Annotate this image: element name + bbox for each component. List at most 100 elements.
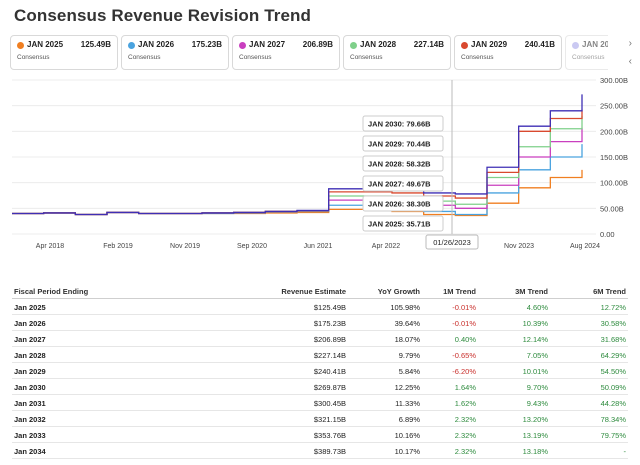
- tooltip-label: JAN 2025: 35.71B: [368, 220, 431, 229]
- series-card-value: 175.23B: [191, 40, 222, 49]
- header-fiscal-period[interactable]: Fiscal Period Ending: [14, 287, 88, 296]
- cell-1m-trend: 0.40%: [454, 335, 476, 344]
- cell-1m-trend: -0.01%: [452, 303, 476, 312]
- y-tick-label: 150.00B: [600, 153, 628, 162]
- cell-period: Jan 2028: [14, 351, 46, 360]
- y-tick-label: 200.00B: [600, 127, 628, 136]
- series-line: [12, 94, 583, 216]
- series-card-jan-2025[interactable]: JAN 2025 125.49B Consensus: [10, 35, 118, 70]
- series-color-dot: [572, 42, 579, 49]
- series-color-dot: [350, 42, 357, 49]
- series-line: [12, 109, 583, 216]
- chevron-left-icon[interactable]: ‹: [629, 56, 632, 67]
- x-tick-label: Apr 2022: [372, 243, 401, 250]
- cell-yoy-growth: 105.98%: [390, 303, 420, 312]
- series-card-sub: Consensus: [128, 54, 161, 61]
- series-card-name: JAN 2029: [471, 40, 508, 49]
- cell-yoy-growth: 11.33%: [395, 399, 420, 408]
- x-tick-label: Feb 2019: [103, 243, 133, 250]
- cell-revenue-estimate: $175.23B: [313, 319, 346, 328]
- cell-revenue-estimate: $300.45B: [313, 399, 346, 408]
- cell-period: Jan 2033: [14, 431, 46, 440]
- header-revenue-estimate[interactable]: Revenue Estimate: [281, 287, 346, 296]
- y-axis-ticks: 300.00B 250.00B 200.00B 150.00B 100.00B 50.00…: [600, 76, 628, 239]
- x-tick-label: Nov 2019: [170, 243, 200, 250]
- cell-6m-trend: 64.29%: [600, 351, 626, 360]
- cell-period: Jan 2025: [14, 303, 46, 312]
- series-card-name: JAN 2026: [138, 40, 175, 49]
- series-card-jan-2026[interactable]: JAN 2026 175.23B Consensus: [121, 35, 229, 70]
- cell-yoy-growth: 6.89%: [398, 415, 420, 424]
- y-tick-label: 250.00B: [600, 102, 628, 111]
- cell-yoy-growth: 10.16%: [394, 431, 420, 440]
- header-1m-trend[interactable]: 1M Trend: [443, 287, 476, 296]
- cell-revenue-estimate: $206.89B: [313, 335, 346, 344]
- cell-6m-trend: 12.72%: [600, 303, 626, 312]
- series-line: [12, 127, 583, 216]
- cell-period: Jan 2030: [14, 383, 46, 392]
- cell-period: Jan 2034: [14, 447, 46, 456]
- series-card-value: 125.49B: [80, 40, 111, 49]
- series-card-name: JAN 2030: [582, 40, 608, 49]
- header-3m-trend[interactable]: 3M Trend: [515, 287, 548, 296]
- series-card-jan-2028[interactable]: JAN 2028 227.14B Consensus: [343, 35, 451, 70]
- cell-1m-trend: -6.20%: [452, 367, 476, 376]
- cell-6m-trend: -: [623, 447, 627, 456]
- cell-revenue-estimate: $353.76B: [313, 431, 346, 440]
- series-card-jan-2030[interactable]: JAN 2030 Consensus: [565, 35, 608, 70]
- table-row: Jan 2032 $321.15B 6.89% 2.32% 13.20% 78.34%: [12, 411, 628, 427]
- cell-3m-trend: 10.39%: [522, 319, 548, 328]
- cell-1m-trend: 2.32%: [454, 431, 476, 440]
- table-header: Fiscal Period Ending Revenue Estimate Yo…: [12, 283, 628, 299]
- series-card-sub: Consensus: [350, 54, 383, 61]
- table-row: Jan 2029 $240.41B 5.84% -6.20% 10.01% 54.50%: [12, 363, 628, 379]
- series-card-name: JAN 2028: [360, 40, 397, 49]
- series-card-sub: Consensus: [239, 54, 272, 61]
- cell-3m-trend: 12.14%: [522, 335, 548, 344]
- cell-6m-trend: 30.58%: [600, 319, 626, 328]
- cell-period: Jan 2026: [14, 319, 46, 328]
- cell-6m-trend: 50.09%: [600, 383, 626, 392]
- series-color-dot: [239, 42, 246, 49]
- y-tick-label: 0.00: [600, 230, 615, 239]
- cell-revenue-estimate: $389.73B: [313, 447, 346, 456]
- series-card-value: 240.41B: [524, 40, 555, 49]
- series-card-sub: Consensus: [461, 54, 494, 61]
- y-tick-label: 300.00B: [600, 76, 628, 85]
- series-card-sub: Consensus: [17, 54, 50, 61]
- header-yoy-growth[interactable]: YoY Growth: [378, 287, 420, 296]
- series-card-name: JAN 2025: [27, 40, 64, 49]
- series-cards: JAN 2025 125.49B Consensus JAN 2026 175.…: [10, 35, 608, 71]
- cell-3m-trend: 13.19%: [522, 431, 548, 440]
- hover-date-label: 01/26/2023: [433, 238, 471, 247]
- cell-period: Jan 2032: [14, 415, 46, 424]
- series-card-name: JAN 2027: [249, 40, 286, 49]
- cell-3m-trend: 4.60%: [526, 303, 548, 312]
- tooltip-label: JAN 2026: 38.30B: [368, 200, 431, 209]
- cell-1m-trend: 1.64%: [454, 383, 476, 392]
- cell-1m-trend: -0.01%: [452, 319, 476, 328]
- series-lines: [12, 94, 583, 217]
- cell-6m-trend: 31.68%: [600, 335, 626, 344]
- header-6m-trend[interactable]: 6M Trend: [593, 287, 626, 296]
- series-card-jan-2029[interactable]: JAN 2029 240.41B Consensus: [454, 35, 562, 70]
- series-card-value: 227.14B: [413, 40, 444, 49]
- chevron-right-icon[interactable]: ›: [629, 38, 632, 49]
- series-line: [12, 144, 583, 216]
- series-color-dot: [17, 42, 24, 49]
- cell-3m-trend: 9.43%: [526, 399, 548, 408]
- series-color-dot: [461, 42, 468, 49]
- tooltip-label: JAN 2030: 79.66B: [368, 120, 431, 129]
- cell-revenue-estimate: $227.14B: [313, 351, 346, 360]
- series-card-jan-2027[interactable]: JAN 2027 206.89B Consensus: [232, 35, 340, 70]
- page-title: Consensus Revenue Revision Trend: [14, 6, 312, 25]
- x-tick-label: Sep 2020: [237, 243, 267, 250]
- x-tick-label: Aug 2024: [570, 243, 600, 250]
- cell-1m-trend: 2.32%: [454, 415, 476, 424]
- cell-3m-trend: 13.20%: [522, 415, 548, 424]
- x-tick-label: Jun 2021: [304, 243, 333, 250]
- x-axis-ticks: Apr 2018 Feb 2019 Nov 2019 Sep 2020 Jun 2021…: [36, 243, 600, 250]
- cell-6m-trend: 44.28%: [600, 399, 626, 408]
- table-row: Jan 2034 $389.73B 10.17% 2.32% 13.18% -: [12, 443, 628, 459]
- cell-3m-trend: 10.01%: [522, 367, 548, 376]
